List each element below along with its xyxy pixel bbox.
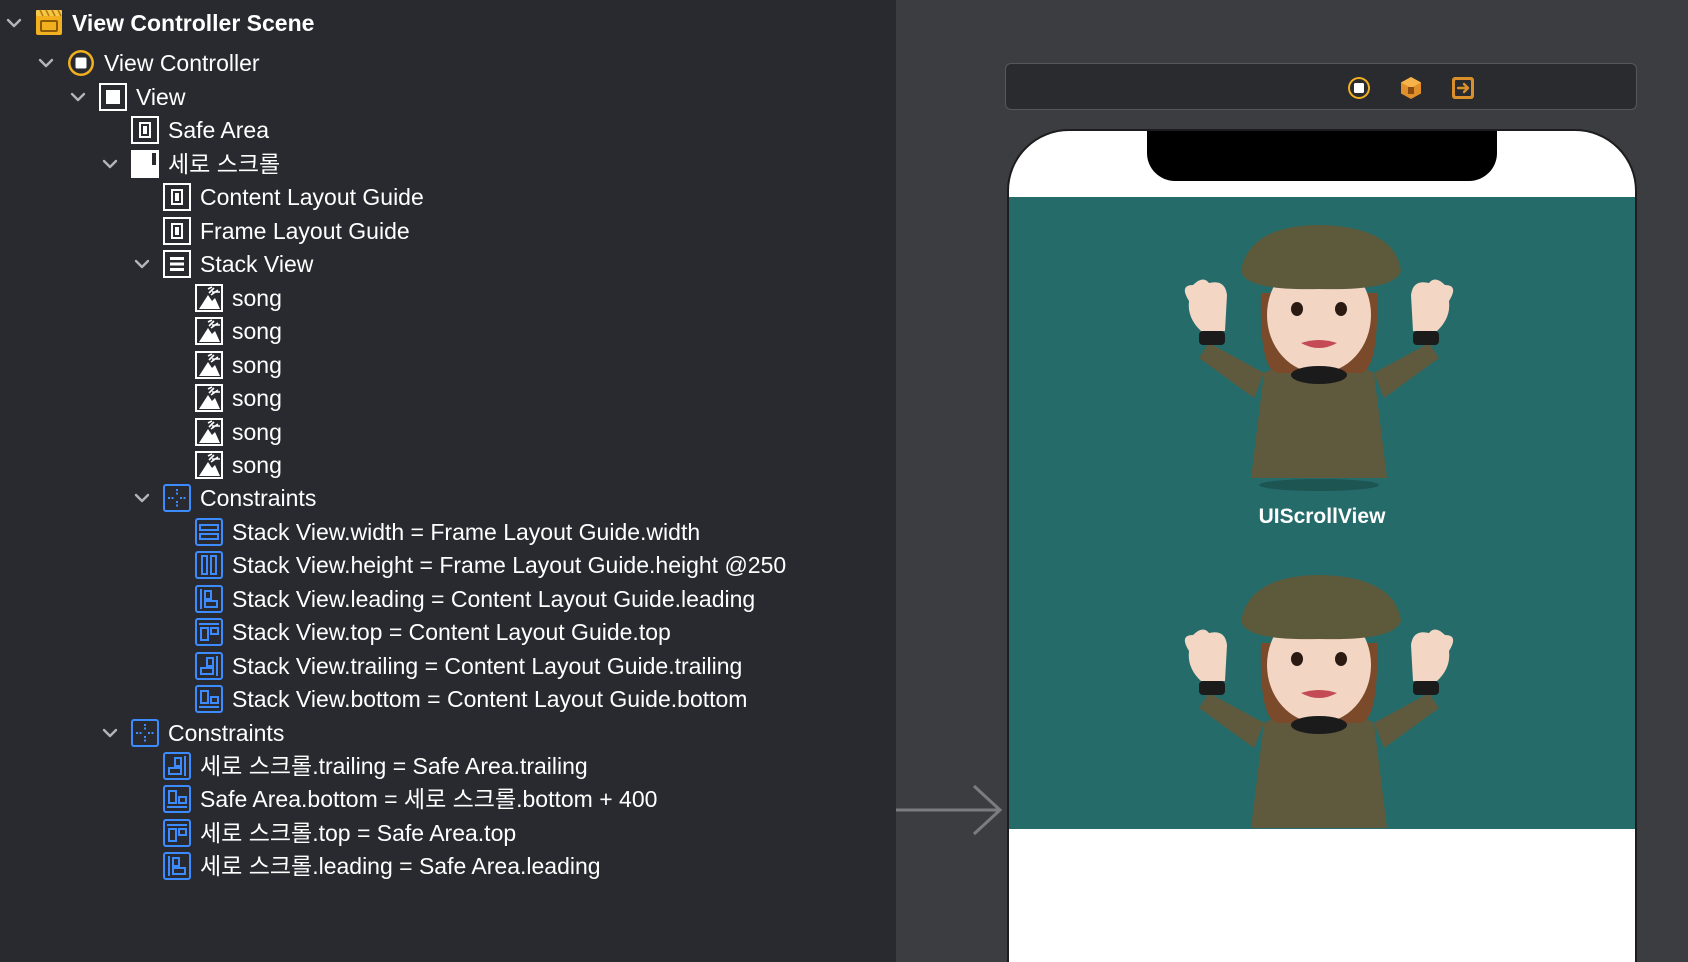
- outline-row[interactable]: song: [0, 280, 896, 316]
- image-view-icon: [194, 350, 224, 380]
- outline-row-label: song: [232, 419, 282, 445]
- outline-row-label: song: [232, 352, 282, 378]
- outline-row-label: 세로 스크롤: [168, 151, 281, 177]
- memoji-shrug-image: [1169, 573, 1469, 829]
- outline-row-label: Constraints: [168, 720, 285, 746]
- storyboard-entry-point-arrow[interactable]: [896, 782, 1006, 838]
- outline-row[interactable]: 세로 스크롤.leading = Safe Area.leading: [0, 848, 896, 884]
- outline-row[interactable]: View: [0, 79, 896, 115]
- outline-row-label: song: [232, 318, 282, 344]
- disclosure-chevron-icon[interactable]: [100, 723, 120, 743]
- constraints-icon: [130, 718, 160, 748]
- outline-row-label: 세로 스크롤.leading = Safe Area.leading: [200, 853, 601, 879]
- outline-row[interactable]: song: [0, 380, 896, 416]
- outline-row[interactable]: Stack View.width = Frame Layout Guide.wi…: [0, 514, 896, 550]
- memoji-shrug-image: [1169, 223, 1469, 493]
- disclosure-chevron-icon[interactable]: [132, 488, 152, 508]
- outline-row-label: Stack View.top = Content Layout Guide.to…: [232, 619, 671, 645]
- constraints-icon: [162, 483, 192, 513]
- disclosure-chevron-icon[interactable]: [36, 53, 56, 73]
- device-notch: [1147, 131, 1497, 181]
- outline-row[interactable]: song: [0, 347, 896, 383]
- layout-guide-icon: [162, 182, 192, 212]
- outline-row-label: song: [232, 285, 282, 311]
- outline-row[interactable]: Stack View.bottom = Content Layout Guide…: [0, 681, 896, 717]
- outline-row-label: 세로 스크롤.top = Safe Area.top: [200, 820, 517, 846]
- exit-icon[interactable]: [1450, 75, 1476, 101]
- outline-row-label: 세로 스크롤.trailing = Safe Area.trailing: [200, 753, 588, 779]
- image-view-icon: [194, 417, 224, 447]
- outline-row[interactable]: Constraints: [0, 715, 896, 751]
- outline-row-label: song: [232, 385, 282, 411]
- image-view-icon: [194, 383, 224, 413]
- trailing-constraint-icon: [194, 651, 224, 681]
- outline-row-label: Constraints: [200, 485, 317, 511]
- outline-row[interactable]: View Controller Scene: [0, 5, 896, 41]
- outline-row-label: Frame Layout Guide: [200, 218, 410, 244]
- view-controller-icon[interactable]: [1346, 75, 1372, 101]
- width-constraint-icon: [194, 517, 224, 547]
- outline-row-label: Stack View.height = Frame Layout Guide.h…: [232, 552, 787, 578]
- scroll-view-preview[interactable]: UIScrollView: [1009, 197, 1635, 829]
- outline-row-label: Safe Area: [168, 117, 270, 143]
- outline-row-label: song: [232, 452, 282, 478]
- image-view-icon: [194, 283, 224, 313]
- disclosure-chevron-icon[interactable]: [132, 254, 152, 274]
- outline-row[interactable]: Content Layout Guide: [0, 179, 896, 215]
- leading-constraint-icon: [162, 851, 192, 881]
- outline-row-label: Content Layout Guide: [200, 184, 424, 210]
- outline-row-label: Stack View.width = Frame Layout Guide.wi…: [232, 519, 701, 545]
- scene-dock: [1005, 63, 1637, 110]
- view-icon: [98, 82, 128, 112]
- outline-row-label: View Controller Scene: [72, 10, 315, 36]
- top-constraint-icon: [194, 617, 224, 647]
- view-controller-icon: [66, 48, 96, 78]
- outline-row[interactable]: Frame Layout Guide: [0, 213, 896, 249]
- outline-row[interactable]: View Controller: [0, 45, 896, 81]
- outline-row[interactable]: Stack View.trailing = Content Layout Gui…: [0, 648, 896, 684]
- outline-row[interactable]: Constraints: [0, 480, 896, 516]
- outline-row[interactable]: Stack View.height = Frame Layout Guide.h…: [0, 547, 896, 583]
- height-constraint-icon: [194, 550, 224, 580]
- first-responder-icon[interactable]: [1398, 75, 1424, 101]
- layout-guide-icon: [130, 115, 160, 145]
- outline-row-label: Stack View.leading = Content Layout Guid…: [232, 586, 756, 612]
- outline-row-label: Safe Area.bottom = 세로 스크롤.bottom + 400: [200, 786, 658, 812]
- trailing-constraint-icon: [162, 751, 192, 781]
- outline-row[interactable]: Stack View: [0, 246, 896, 282]
- document-outline: View Controller Scene View Controller View…: [0, 0, 896, 962]
- outline-row[interactable]: song: [0, 414, 896, 450]
- outline-row[interactable]: 세로 스크롤.top = Safe Area.top: [0, 815, 896, 851]
- leading-constraint-icon: [194, 584, 224, 614]
- disclosure-chevron-icon[interactable]: [68, 87, 88, 107]
- image-view-icon: [194, 450, 224, 480]
- storyboard-canvas[interactable]: UIScrollView: [896, 0, 1688, 962]
- bottom-constraint-icon: [194, 684, 224, 714]
- outline-row-label: View: [136, 84, 186, 110]
- outline-row-label: Stack View.bottom = Content Layout Guide…: [232, 686, 748, 712]
- iphone-preview: UIScrollView: [1007, 129, 1637, 962]
- image-view-icon: [194, 316, 224, 346]
- disclosure-chevron-icon[interactable]: [4, 13, 24, 33]
- outline-row[interactable]: song: [0, 313, 896, 349]
- outline-row[interactable]: Stack View.top = Content Layout Guide.to…: [0, 614, 896, 650]
- top-constraint-icon: [162, 818, 192, 848]
- scene-icon: [34, 8, 64, 38]
- outline-row-label: Stack View: [200, 251, 314, 277]
- outline-row[interactable]: Stack View.leading = Content Layout Guid…: [0, 581, 896, 617]
- interface-builder-window: View Controller Scene View Controller View…: [0, 0, 1688, 962]
- bottom-constraint-icon: [162, 784, 192, 814]
- outline-row[interactable]: Safe Area.bottom = 세로 스크롤.bottom + 400: [0, 781, 896, 817]
- scroll-view-caption: UIScrollView: [1258, 505, 1386, 528]
- outline-row[interactable]: Safe Area: [0, 112, 896, 148]
- stack-view-icon: [162, 249, 192, 279]
- outline-row[interactable]: 세로 스크롤: [0, 146, 896, 182]
- layout-guide-icon: [162, 216, 192, 246]
- disclosure-chevron-icon[interactable]: [100, 154, 120, 174]
- outline-row[interactable]: 세로 스크롤.trailing = Safe Area.trailing: [0, 748, 896, 784]
- scroll-view-icon: [130, 149, 160, 179]
- outline-row-label: Stack View.trailing = Content Layout Gui…: [232, 653, 743, 679]
- outline-row[interactable]: song: [0, 447, 896, 483]
- outline-row-label: View Controller: [104, 50, 260, 76]
